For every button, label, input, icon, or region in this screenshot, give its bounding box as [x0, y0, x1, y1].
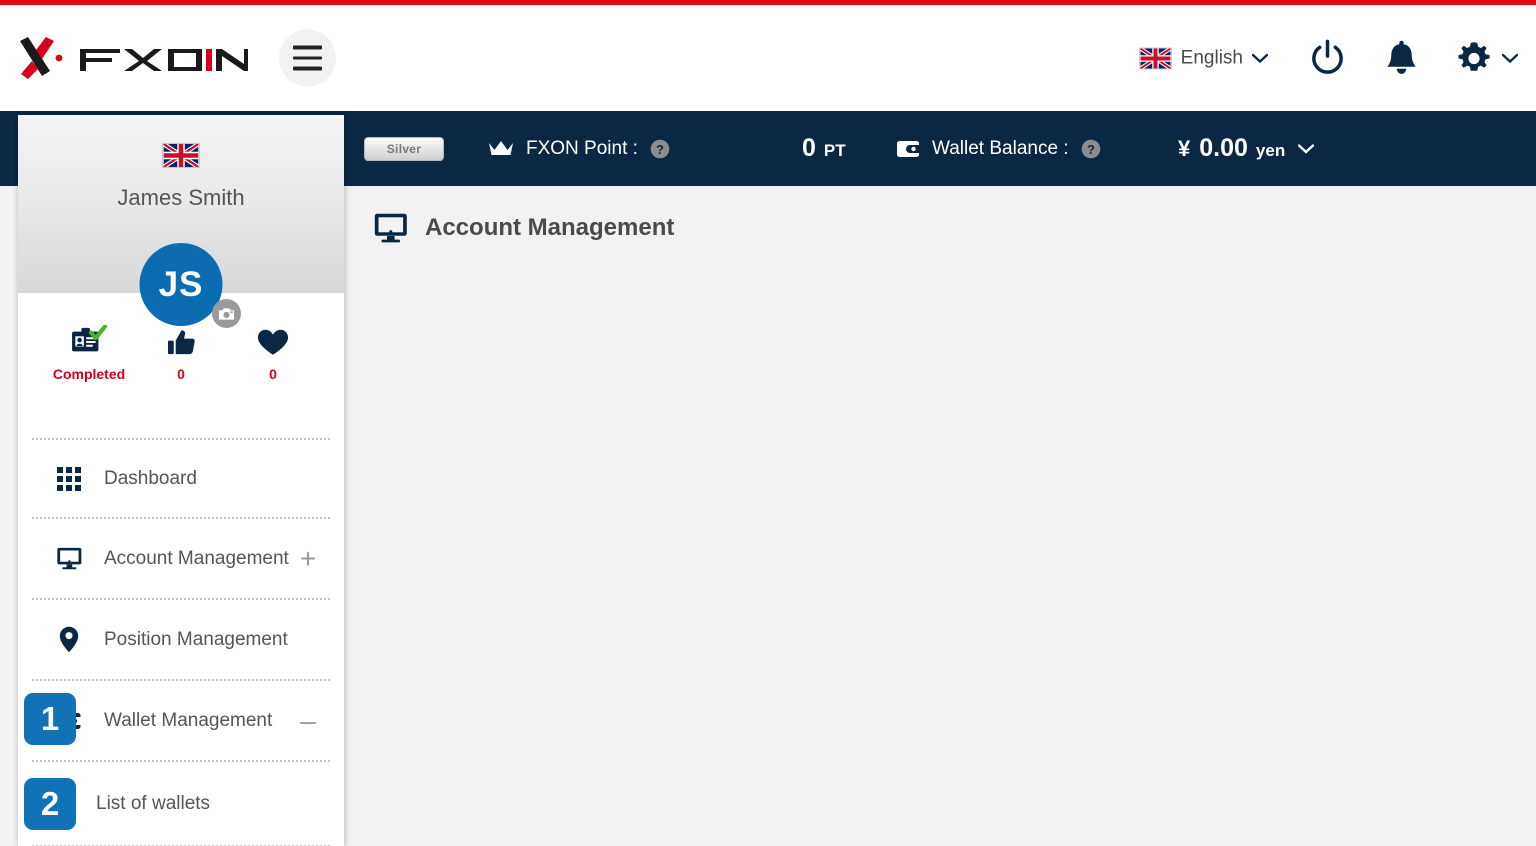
avatar-camera-button[interactable] — [212, 299, 241, 328]
svg-text:?: ? — [656, 142, 664, 157]
hamburger-bar — [293, 45, 322, 50]
fxon-point-group: FXON Point : ? — [488, 138, 670, 160]
gear-icon — [1458, 41, 1490, 71]
uk-flag-icon — [1138, 47, 1172, 69]
stat-icon-wrap — [257, 325, 289, 357]
monitor-icon — [46, 546, 92, 571]
sidebar-item-dashboard[interactable]: Dashboard — [32, 438, 330, 519]
currency-symbol: ¥ — [1178, 136, 1191, 161]
fxon-wordmark — [80, 49, 248, 71]
heart-icon — [257, 329, 289, 355]
main-content: Account Management — [344, 186, 1536, 846]
power-icon — [1312, 39, 1343, 74]
step-badge-2: 2 — [24, 778, 76, 830]
camera-icon — [218, 307, 235, 320]
fxon-x-logo-icon — [20, 37, 63, 79]
fxon-point-value: 0 — [802, 134, 816, 162]
sidebar-collapse-toggle[interactable]: – — [296, 706, 320, 735]
chevron-down-icon — [1502, 53, 1518, 63]
monitor-icon — [374, 213, 407, 243]
left-rail — [0, 186, 18, 846]
id-card-verified-icon — [72, 325, 108, 352]
wallet-icon — [897, 140, 919, 157]
profile-name: James Smith — [117, 185, 245, 210]
wallet-balance-value: 0.00 — [1199, 134, 1248, 162]
sidebar-item-label: List of wallets — [96, 792, 211, 814]
stat-favorites[interactable]: 0 — [227, 325, 319, 382]
sidebar-item-position-management[interactable]: Position Management — [32, 600, 330, 681]
sidebar-item-label: Wallet Management — [104, 709, 273, 731]
stat-label: Completed — [52, 366, 126, 382]
fxon-point-label: FXON Point : — [526, 137, 638, 159]
svg-text:?: ? — [1087, 142, 1095, 157]
left-rail-status — [0, 111, 18, 186]
brand-logo[interactable] — [16, 35, 248, 81]
page-header: Account Management — [373, 212, 674, 244]
wallet-balance-group: Wallet Balance : ? — [896, 138, 1101, 160]
help-circle-icon[interactable]: ? — [650, 139, 670, 159]
map-pin-icon — [46, 626, 92, 653]
chevron-down-icon — [1252, 53, 1268, 63]
hamburger-bar — [293, 66, 322, 71]
help-circle-icon[interactable]: ? — [1081, 139, 1101, 159]
rank-badge: Silver — [364, 136, 444, 161]
grid-icon — [46, 466, 92, 491]
uk-flag-icon — [162, 143, 200, 168]
stat-likes[interactable]: 0 — [135, 325, 227, 382]
avatar[interactable]: JS — [139, 243, 223, 326]
wallet-balance-unit: yen — [1255, 141, 1286, 160]
stat-icon-wrap — [70, 325, 108, 357]
header-actions: English — [1138, 39, 1518, 78]
sidebar-expand-toggle[interactable]: + — [296, 544, 320, 573]
crown-icon — [489, 140, 513, 155]
wallet-balance-label: Wallet Balance : — [932, 137, 1069, 159]
sidebar-item-wallet-management[interactable]: Wallet Management – — [32, 681, 330, 762]
sidebar-item-label: Position Management — [104, 628, 288, 650]
sidebar-item-account-management[interactable]: Account Management + — [32, 519, 330, 600]
fxon-point-value-group: 0 PT — [802, 134, 846, 163]
fxon-point-unit: PT — [823, 141, 846, 160]
sidebar-item-list-of-wallets[interactable]: List of wallets — [32, 762, 330, 846]
sidebar-item-label: Dashboard — [104, 467, 197, 489]
settings-button[interactable] — [1456, 40, 1518, 76]
stat-label: 0 — [269, 366, 277, 382]
hamburger-bar — [293, 56, 322, 60]
stat-icon-wrap — [167, 325, 196, 357]
sidebar-item-label: Account Management — [104, 547, 289, 569]
stat-label: 0 — [177, 366, 185, 382]
page-title: Account Management — [425, 214, 675, 241]
chevron-down-icon[interactable] — [1298, 143, 1315, 154]
app-root: English Silver FXON Point: ? 0 PT Walle… — [0, 0, 1536, 846]
bell-icon — [1387, 40, 1416, 74]
profile-stats: Completed 0 0 — [18, 325, 344, 382]
language-selector[interactable]: English — [1138, 47, 1268, 69]
power-button[interactable] — [1308, 39, 1347, 78]
hamburger-menu-button[interactable] — [279, 29, 336, 87]
step-badge-1: 1 — [24, 693, 76, 745]
stat-verification[interactable]: Completed — [43, 325, 135, 382]
wallet-balance-value-group[interactable]: ¥ 0.00 yen — [1178, 134, 1315, 163]
thumbs-up-icon — [167, 330, 195, 355]
language-label: English — [1180, 47, 1243, 68]
notifications-button[interactable] — [1385, 39, 1418, 77]
app-header: English — [0, 5, 1536, 111]
